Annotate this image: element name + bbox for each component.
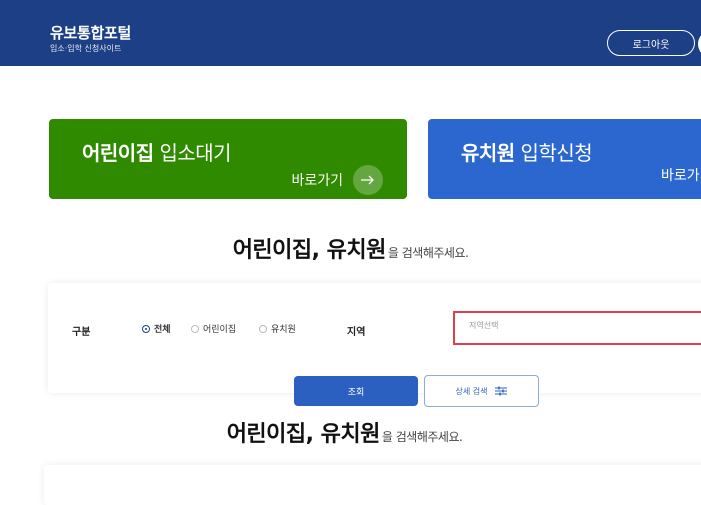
search-heading: 어린이집, 유치원 을 검색해주세요. (0, 232, 701, 264)
arrow-right-icon (353, 165, 383, 195)
logout-button[interactable]: 로그아웃 (607, 30, 695, 56)
detail-search-label: 상세 검색 (455, 386, 488, 396)
region-label: 지역 (347, 327, 366, 338)
radio-unchecked-icon (259, 324, 267, 333)
kinder-go-label: 바로가기 (661, 168, 701, 184)
daycare-card-title: 어린이집 입소대기 (82, 137, 232, 166)
top-header: 유보통합포털 입소·입학 신청사이트 로그아웃 (0, 0, 701, 66)
kindergarten-apply-card[interactable]: 유치원 입학신청 바로가기 (428, 119, 701, 199)
search-heading-repeat-suffix: 을 검색해주세요. (381, 430, 463, 444)
daycare-go-label: 바로가기 (291, 173, 343, 189)
region-select-input[interactable]: 지역선택 (453, 311, 701, 345)
radio-all-label: 전체 (154, 325, 171, 335)
radio-daycare-label: 어린이집 (203, 325, 237, 335)
kinder-card-title-bold: 유치원 (461, 141, 515, 165)
search-heading-repeat: 어린이집, 유치원 을 검색해주세요. (0, 416, 695, 448)
radio-unchecked-icon (191, 324, 199, 333)
radio-daycare[interactable]: 어린이집 (191, 322, 236, 335)
radio-all[interactable]: 전체 (142, 322, 171, 335)
search-panel-repeat (44, 465, 701, 505)
search-heading-repeat-main: 어린이집, 유치원 (226, 422, 381, 447)
search-heading-suffix: 을 검색해주세요. (387, 246, 469, 260)
search-button[interactable]: 조회 (294, 376, 418, 406)
kinder-card-title: 유치원 입학신청 (461, 137, 593, 166)
kinder-go-link[interactable]: 바로가기 (661, 165, 701, 185)
radio-kinder-label: 유치원 (271, 325, 296, 335)
brand-subtitle: 입소·입학 신청사이트 (50, 44, 122, 53)
daycare-card-title-rest: 입소대기 (153, 141, 232, 165)
brand-title: 유보통합포털 (50, 24, 132, 42)
filter-sliders-icon (495, 386, 508, 396)
type-label: 구분 (72, 327, 91, 338)
daycare-go-link[interactable]: 바로가기 (291, 165, 383, 195)
brand-logo[interactable]: 유보통합포털 입소·입학 신청사이트 (50, 25, 131, 54)
detail-search-button[interactable]: 상세 검색 (424, 375, 539, 407)
daycare-apply-card[interactable]: 어린이집 입소대기 바로가기 (49, 119, 407, 199)
daycare-card-title-bold: 어린이집 (82, 141, 154, 165)
radio-checked-icon (142, 324, 150, 333)
kinder-card-title-rest: 입학신청 (514, 141, 593, 165)
search-heading-main: 어린이집, 유치원 (232, 238, 387, 263)
radio-kindergarten[interactable]: 유치원 (259, 322, 296, 335)
